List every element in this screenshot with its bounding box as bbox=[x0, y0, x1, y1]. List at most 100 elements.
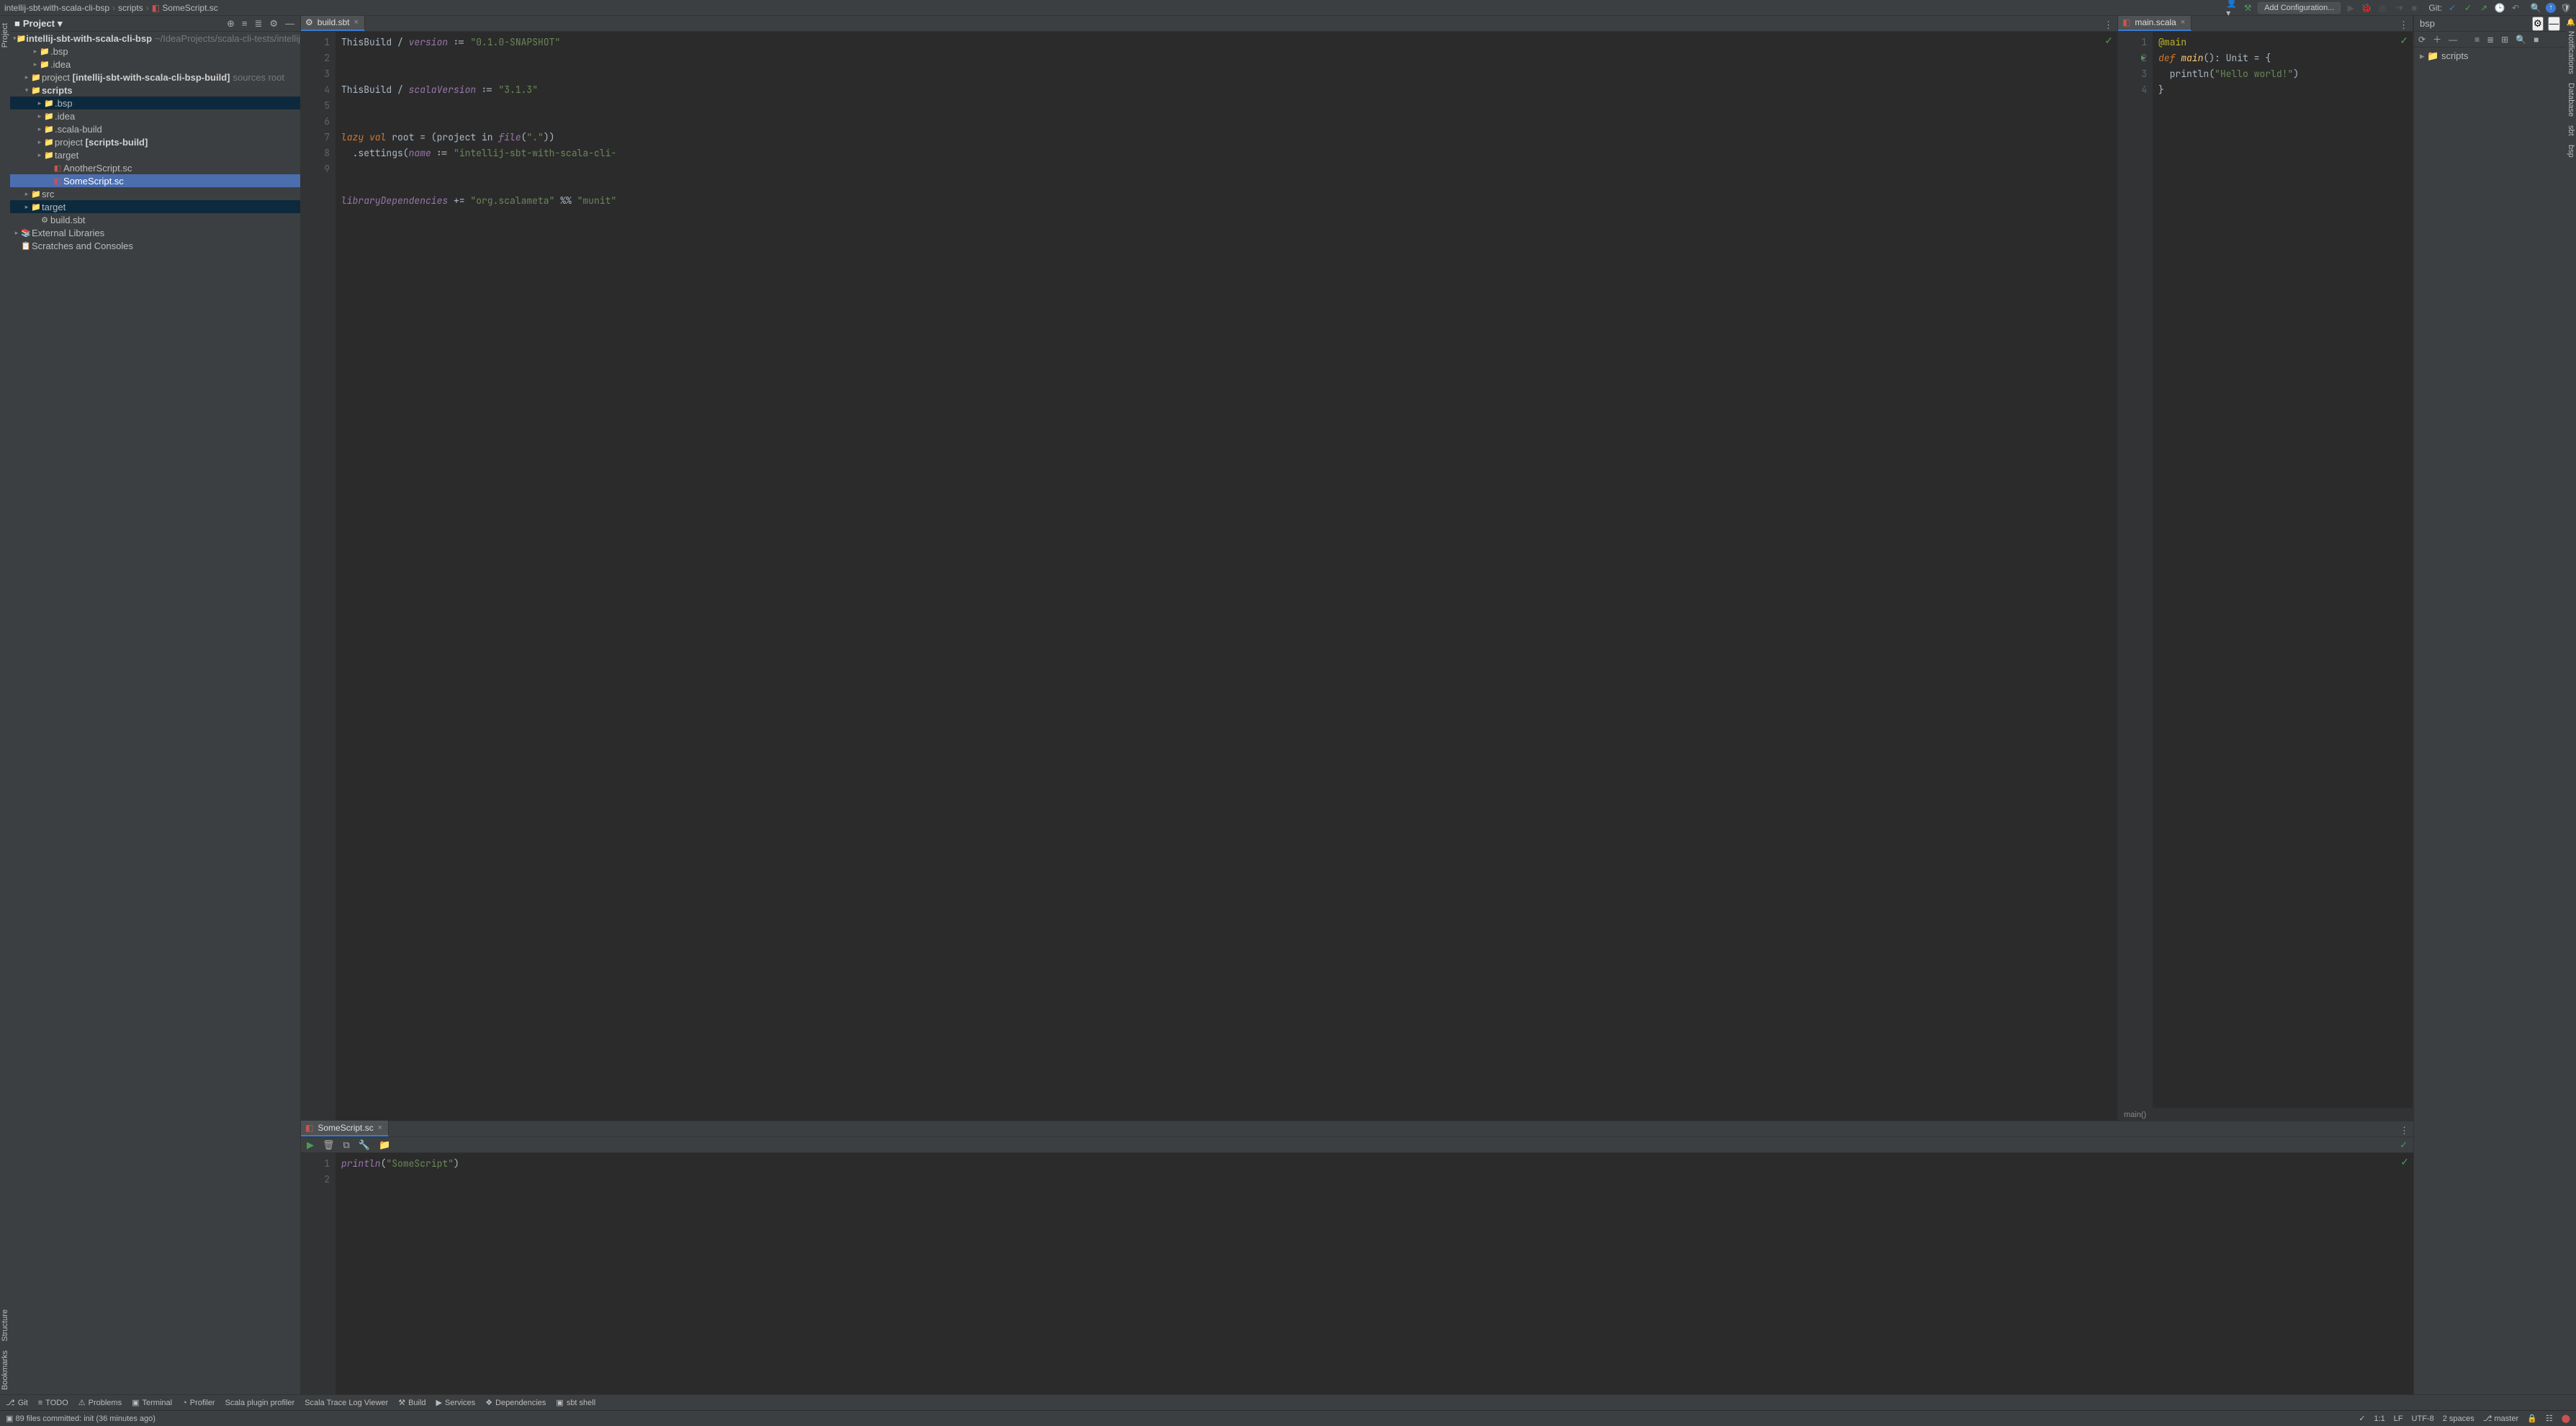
stop-icon[interactable]: ■ bbox=[2408, 2, 2420, 14]
status-encoding[interactable]: UTF-8 bbox=[2412, 1414, 2434, 1423]
search-icon[interactable]: 🔍 bbox=[2530, 2, 2541, 14]
folder-icon[interactable]: 📁 bbox=[377, 1138, 392, 1152]
add-icon[interactable]: ＋ bbox=[2431, 32, 2443, 47]
code-area[interactable]: ThisBuild / version := "0.1.0-SNAPSHOT" … bbox=[335, 32, 2117, 1121]
gear-icon[interactable]: ⚙ bbox=[268, 17, 279, 31]
project-view-selector[interactable]: ■ Project ▾ bbox=[14, 18, 62, 30]
code-area[interactable]: println("SomeScript") bbox=[335, 1153, 2413, 1394]
bell-icon[interactable]: 🔔 bbox=[2567, 19, 2575, 27]
collapse-all-icon[interactable]: ≣ bbox=[253, 17, 264, 31]
analysis-ok-icon[interactable]: ✓ bbox=[2400, 35, 2408, 47]
bsp-node-scripts[interactable]: scripts bbox=[2441, 50, 2469, 61]
status-error-icon[interactable]: ⬤ bbox=[2562, 1414, 2570, 1423]
find-icon[interactable]: 🔍 bbox=[2514, 33, 2528, 46]
tree-build-sbt[interactable]: ⚙build.sbt bbox=[10, 213, 300, 226]
tab-options-icon[interactable]: ⋮ bbox=[2395, 19, 2413, 31]
tool-todo[interactable]: ≡ TODO bbox=[38, 1399, 68, 1407]
tool-profiler[interactable]: ◔ Profiler bbox=[182, 1399, 215, 1407]
analysis-ok-icon[interactable]: ✓ bbox=[2400, 1156, 2409, 1168]
status-branch[interactable]: ⎇ master bbox=[2483, 1414, 2518, 1423]
tab-some-script[interactable]: ◧SomeScript.sc× bbox=[301, 1121, 389, 1136]
tree-external-libs[interactable]: ▸📚External Libraries bbox=[10, 226, 300, 239]
status-progress-icon[interactable]: ✓ bbox=[2359, 1414, 2365, 1423]
tree-scripts-target[interactable]: ▸📁target bbox=[10, 148, 300, 161]
status-lock-icon[interactable]: 🔒 bbox=[2527, 1414, 2537, 1423]
profile-icon[interactable]: ◔▾ bbox=[2392, 2, 2404, 14]
close-icon[interactable]: × bbox=[2181, 18, 2185, 27]
hide-icon[interactable]: — bbox=[284, 17, 296, 30]
status-commit-msg[interactable]: 89 files committed: init (36 minutes ago… bbox=[15, 1414, 155, 1423]
tree-root[interactable]: ▾📁intellij-sbt-with-scala-cli-bsp~/IdeaP… bbox=[10, 32, 300, 45]
coverage-icon[interactable]: ◎ bbox=[2377, 2, 2388, 14]
tab-options-icon[interactable]: ⋮ bbox=[2395, 1125, 2413, 1136]
close-icon[interactable]: × bbox=[353, 18, 358, 27]
tool-build[interactable]: ⚒ Build bbox=[398, 1398, 425, 1407]
tool-dependencies[interactable]: ❖ Dependencies bbox=[485, 1398, 546, 1407]
code-area[interactable]: @main def main(): Unit = { println("Hell… bbox=[2153, 32, 2413, 1108]
run-icon[interactable]: ▶ bbox=[2345, 2, 2356, 14]
tree-scripts-bsp[interactable]: ▸📁.bsp bbox=[10, 97, 300, 109]
database-tool-tab[interactable]: Database bbox=[2567, 83, 2575, 117]
tree-another-script[interactable]: ◧AnotherScript.sc bbox=[10, 161, 300, 174]
tool-terminal[interactable]: ▣ Terminal bbox=[132, 1398, 172, 1407]
bsp-tree[interactable]: ▸ 📁 scripts bbox=[2414, 48, 2566, 65]
status-heap-icon[interactable]: ☷ bbox=[2546, 1414, 2553, 1423]
analysis-ok-icon[interactable]: ✓ bbox=[2400, 1139, 2408, 1151]
group-icon[interactable]: ⊞ bbox=[2500, 33, 2510, 46]
run-line-icon[interactable]: ▶ bbox=[2141, 50, 2145, 66]
breadcrumb-seg-file[interactable]: ◧ SomeScript.sc bbox=[152, 3, 218, 13]
tree-scripts-idea[interactable]: ▸📁.idea bbox=[10, 109, 300, 122]
bsp-tool-tab[interactable]: bsp bbox=[2567, 145, 2575, 158]
tool-problems[interactable]: ⚠ Problems bbox=[78, 1398, 122, 1407]
sbt-tool-tab[interactable]: sbt bbox=[2567, 125, 2575, 136]
tree-bsp[interactable]: ▸📁.bsp bbox=[10, 45, 300, 58]
tree-target2[interactable]: ▸📁target bbox=[10, 200, 300, 213]
project-tool-tab[interactable]: Project bbox=[1, 23, 9, 48]
add-configuration-button[interactable]: Add Configuration... bbox=[2258, 2, 2341, 14]
tool-scala-plugin-profiler[interactable]: Scala plugin profiler bbox=[225, 1399, 295, 1407]
editor-main-scala[interactable]: 12▶34 @main def main(): Unit = { println… bbox=[2118, 32, 2413, 1108]
project-tree[interactable]: ▾📁intellij-sbt-with-scala-cli-bsp~/IdeaP… bbox=[10, 32, 300, 1394]
notifications-tool-tab[interactable]: Notifications bbox=[2567, 31, 2575, 74]
context-breadcrumb[interactable]: main() bbox=[2118, 1108, 2413, 1121]
git-rollback-icon[interactable]: ↶ bbox=[2510, 2, 2521, 14]
tree-scala-build[interactable]: ▸📁.scala-build bbox=[10, 122, 300, 135]
breadcrumb-seg-scripts[interactable]: scripts bbox=[118, 3, 143, 13]
tool-services[interactable]: ▶ Services bbox=[436, 1398, 476, 1407]
git-push-icon[interactable]: ↗ bbox=[2478, 2, 2490, 14]
locate-icon[interactable]: ⊕ bbox=[225, 17, 236, 31]
structure-tool-tab[interactable]: Structure bbox=[1, 1309, 9, 1342]
run-worksheet-icon[interactable]: ▶ bbox=[305, 1138, 315, 1152]
breadcrumb-seg-root[interactable]: intellij-sbt-with-scala-cli-bsp bbox=[4, 3, 109, 13]
status-indent[interactable]: 2 spaces bbox=[2443, 1414, 2474, 1423]
tree-idea[interactable]: ▸📁.idea bbox=[10, 58, 300, 71]
expand-all-icon[interactable]: ≡ bbox=[240, 17, 249, 30]
tree-scripts[interactable]: ▾📁scripts bbox=[10, 84, 300, 97]
tree-scratches[interactable]: 📋Scratches and Consoles bbox=[10, 239, 300, 252]
editor-build-sbt[interactable]: 123456789 ThisBuild / version := "0.1.0-… bbox=[301, 32, 2117, 1121]
ide-update-icon[interactable]: ↑ bbox=[2546, 3, 2556, 13]
analysis-ok-icon[interactable]: ✓ bbox=[2104, 35, 2113, 47]
git-update-icon[interactable]: ✓ bbox=[2446, 2, 2458, 14]
status-caret-pos[interactable]: 1:1 bbox=[2374, 1414, 2384, 1423]
git-commit-icon[interactable]: ✓ bbox=[2462, 2, 2474, 14]
hammer-build-icon[interactable]: ⚒ bbox=[2242, 2, 2253, 14]
stop-icon[interactable]: ■ bbox=[2532, 33, 2540, 46]
tree-some-script[interactable]: ◧SomeScript.sc bbox=[10, 174, 300, 187]
hide-icon[interactable]: — bbox=[2548, 17, 2560, 31]
status-line-sep[interactable]: LF bbox=[2394, 1414, 2403, 1423]
editor-some-script[interactable]: 12 println("SomeScript") ✓ bbox=[301, 1153, 2413, 1394]
collapse-icon[interactable]: ≣ bbox=[2485, 33, 2495, 46]
tree-project-build[interactable]: ▸📁project [intellij-sbt-with-scala-cli-b… bbox=[10, 71, 300, 84]
close-icon[interactable]: × bbox=[378, 1124, 382, 1132]
copy-icon[interactable]: ⧉ bbox=[342, 1138, 351, 1152]
tool-scala-trace[interactable]: Scala Trace Log Viewer bbox=[305, 1399, 388, 1407]
bookmarks-tool-tab[interactable]: Bookmarks bbox=[1, 1350, 9, 1390]
tab-options-icon[interactable]: ⋮ bbox=[2099, 19, 2117, 31]
tab-main-scala[interactable]: ◧main.scala× bbox=[2118, 16, 2192, 31]
tab-build-sbt[interactable]: ⚙build.sbt× bbox=[301, 16, 365, 31]
tree-src[interactable]: ▸📁src bbox=[10, 187, 300, 200]
tool-sbt-shell[interactable]: ▣ sbt shell bbox=[556, 1398, 595, 1407]
tree-scripts-project[interactable]: ▸📁project [scripts-build] bbox=[10, 135, 300, 148]
debug-icon[interactable]: 🐞 bbox=[2361, 2, 2372, 14]
